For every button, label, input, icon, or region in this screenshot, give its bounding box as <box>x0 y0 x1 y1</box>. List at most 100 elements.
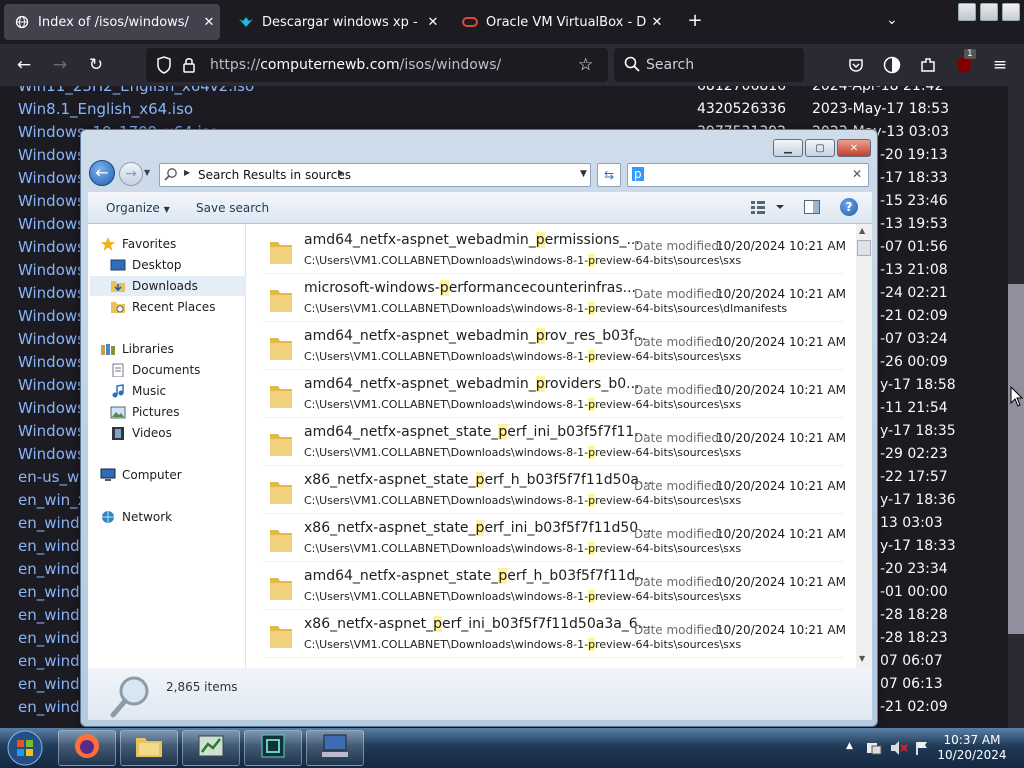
nav-videos[interactable]: Videos <box>110 423 266 443</box>
listing-link[interactable]: en_windo <box>18 514 89 532</box>
tab-oracle[interactable]: Oracle VM VirtualBox - Downloads ✕ <box>452 4 668 40</box>
listing-link[interactable]: en_windo <box>18 675 89 693</box>
tab-descargar[interactable]: Descargar windows xp - Android ✕ <box>228 4 444 40</box>
listing-link[interactable]: en_windo <box>18 629 89 647</box>
show-hidden-icons-chevron[interactable]: ▲ <box>846 741 853 751</box>
results-scrollbar[interactable]: ▲ ▼ <box>856 224 872 668</box>
result-row[interactable]: x86_netfx-aspnet_state_perf_ini_b03f5f7f… <box>262 516 846 562</box>
listing-link[interactable]: Windows <box>18 330 85 348</box>
listing-link[interactable]: en_win_x <box>18 491 87 509</box>
breadcrumb[interactable]: Search Results in sources <box>198 168 351 182</box>
result-row[interactable]: amd64_netfx-aspnet_webadmin_permissions_… <box>262 228 846 274</box>
recent-pages-chevron-icon[interactable]: ▼ <box>144 168 150 177</box>
ublock-shield-icon[interactable]: 1 <box>952 49 976 77</box>
listing-link[interactable]: Windows <box>18 445 85 463</box>
listing-link[interactable]: Windows <box>18 261 85 279</box>
listing-link[interactable]: Windows <box>18 284 85 302</box>
taskbar-explorer[interactable] <box>120 730 178 766</box>
close-tab-icon[interactable]: ✕ <box>198 15 220 30</box>
refresh-icon[interactable]: ⇆ <box>597 163 621 187</box>
listing-link[interactable]: Windows <box>18 146 85 164</box>
reload-icon[interactable]: ↻ <box>84 53 108 77</box>
preview-pane-icon[interactable] <box>804 200 820 217</box>
organize-button[interactable]: Organize ▼ <box>106 201 170 215</box>
lock-icon[interactable] <box>182 56 196 78</box>
listing-link[interactable]: Windows <box>18 307 85 325</box>
result-row[interactable]: microsoft-windows-performancecounterinfr… <box>262 276 846 322</box>
maximize-icon[interactable]: ▢ <box>805 139 835 157</box>
breadcrumb-chevron-icon[interactable]: ▶ <box>338 168 344 177</box>
pocket-icon[interactable] <box>844 53 868 77</box>
help-icon[interactable]: ? <box>840 198 858 216</box>
address-dropdown-icon[interactable]: ▼ <box>580 169 587 179</box>
scroll-down-icon[interactable]: ▼ <box>859 654 865 663</box>
nav-network[interactable]: Network <box>100 507 256 527</box>
forward-arrow-icon[interactable]: → <box>48 53 72 77</box>
nav-computer[interactable]: Computer <box>100 465 256 485</box>
minimize-icon[interactable]: ▁ <box>773 139 803 157</box>
listing-link[interactable]: Win8.1_English_x64.iso <box>18 100 193 118</box>
listing-link[interactable]: en_windo <box>18 537 89 555</box>
nav-desktop[interactable]: Desktop <box>110 255 266 275</box>
new-tab-button[interactable]: + <box>684 10 706 34</box>
url-bar[interactable]: https://computernewb.com/isos/windows/ ☆ <box>146 48 608 82</box>
listing-link[interactable]: Windows <box>18 192 85 210</box>
action-center-flag-icon[interactable] <box>866 740 882 760</box>
close-window-icon[interactable] <box>1002 3 1020 21</box>
nav-recent-places[interactable]: Recent Places <box>110 297 266 317</box>
start-button[interactable] <box>4 728 46 768</box>
listing-link[interactable]: Windows <box>18 353 85 371</box>
listing-link[interactable]: en_windo <box>18 560 89 578</box>
listing-link[interactable]: Windows <box>18 399 85 417</box>
listing-link[interactable]: en-us_wi <box>18 468 83 486</box>
scroll-up-icon[interactable]: ▲ <box>859 226 865 235</box>
nav-favorites[interactable]: Favorites <box>100 234 256 254</box>
listing-link[interactable]: Win11_23H2_English_x64v2.iso <box>18 86 254 95</box>
minimize-window-icon[interactable] <box>958 3 976 21</box>
result-row[interactable]: amd64_netfx-aspnet_state_perf_h_b03f5f7f… <box>262 564 846 610</box>
nav-libraries[interactable]: Libraries <box>100 339 256 359</box>
result-row[interactable]: x86_netfx-aspnet_state_perf_h_b03f5f7f11… <box>262 468 846 514</box>
result-row[interactable]: amd64_netfx-aspnet_state_perf_ini_b03f5f… <box>262 420 846 466</box>
listing-link[interactable]: Windows <box>18 169 85 187</box>
nav-documents[interactable]: Documents <box>110 360 266 380</box>
close-tab-icon[interactable]: ✕ <box>646 15 668 30</box>
listing-link[interactable]: en_windo <box>18 652 89 670</box>
nav-downloads[interactable]: Downloads <box>90 276 246 296</box>
address-bar[interactable]: ▶ Search Results in sources ▶ ▼ <box>159 163 591 187</box>
taskbar-app-vm[interactable] <box>244 730 302 766</box>
bookmark-star-icon[interactable]: ☆ <box>578 55 593 75</box>
breadcrumb-chevron-icon[interactable]: ▶ <box>184 168 190 177</box>
back-arrow-icon[interactable]: ← <box>89 160 115 186</box>
network-flag-icon[interactable] <box>914 740 930 760</box>
close-tab-icon[interactable]: ✕ <box>422 15 444 30</box>
extensions-puzzle-icon[interactable] <box>916 53 940 77</box>
listing-link[interactable]: Windows <box>18 238 85 256</box>
taskbar-firefox[interactable] <box>58 730 116 766</box>
save-search-button[interactable]: Save search <box>196 201 269 215</box>
view-options-icon[interactable] <box>750 200 786 217</box>
listing-link[interactable]: en_windo <box>18 606 89 624</box>
search-bar[interactable]: Search <box>614 48 804 82</box>
result-row[interactable]: amd64_netfx-aspnet_webadmin_prov_res_b03… <box>262 324 846 370</box>
listing-link[interactable]: en_windo <box>18 698 89 716</box>
nav-pictures[interactable]: Pictures <box>110 402 266 422</box>
listing-link[interactable]: Windows <box>18 376 85 394</box>
volume-muted-icon[interactable] <box>890 740 908 760</box>
tab-list-chevron-icon[interactable]: ⌄ <box>886 12 898 28</box>
nav-music[interactable]: Music <box>110 381 266 401</box>
results-scrollbar-thumb[interactable] <box>857 240 871 256</box>
taskbar-app-chart[interactable] <box>182 730 240 766</box>
listing-link[interactable]: Windows <box>18 215 85 233</box>
listing-link[interactable]: en_windo <box>18 583 89 601</box>
back-arrow-icon[interactable]: ← <box>12 53 36 77</box>
listing-link[interactable]: Windows <box>18 422 85 440</box>
result-row[interactable]: x86_netfx-aspnet_perf_ini_b03f5f7f11d50a… <box>262 612 846 658</box>
sync-circle-icon[interactable] <box>880 53 904 77</box>
forward-arrow-icon[interactable]: → <box>119 162 143 186</box>
system-clock[interactable]: 10:37 AM 10/20/2024 <box>930 733 1014 763</box>
taskbar-app-network[interactable] <box>306 730 364 766</box>
menu-hamburger-icon[interactable]: ≡ <box>988 53 1012 77</box>
tab-index-isos[interactable]: Index of /isos/windows/ ✕ <box>4 4 220 40</box>
search-input[interactable]: p ✕ <box>627 163 869 187</box>
